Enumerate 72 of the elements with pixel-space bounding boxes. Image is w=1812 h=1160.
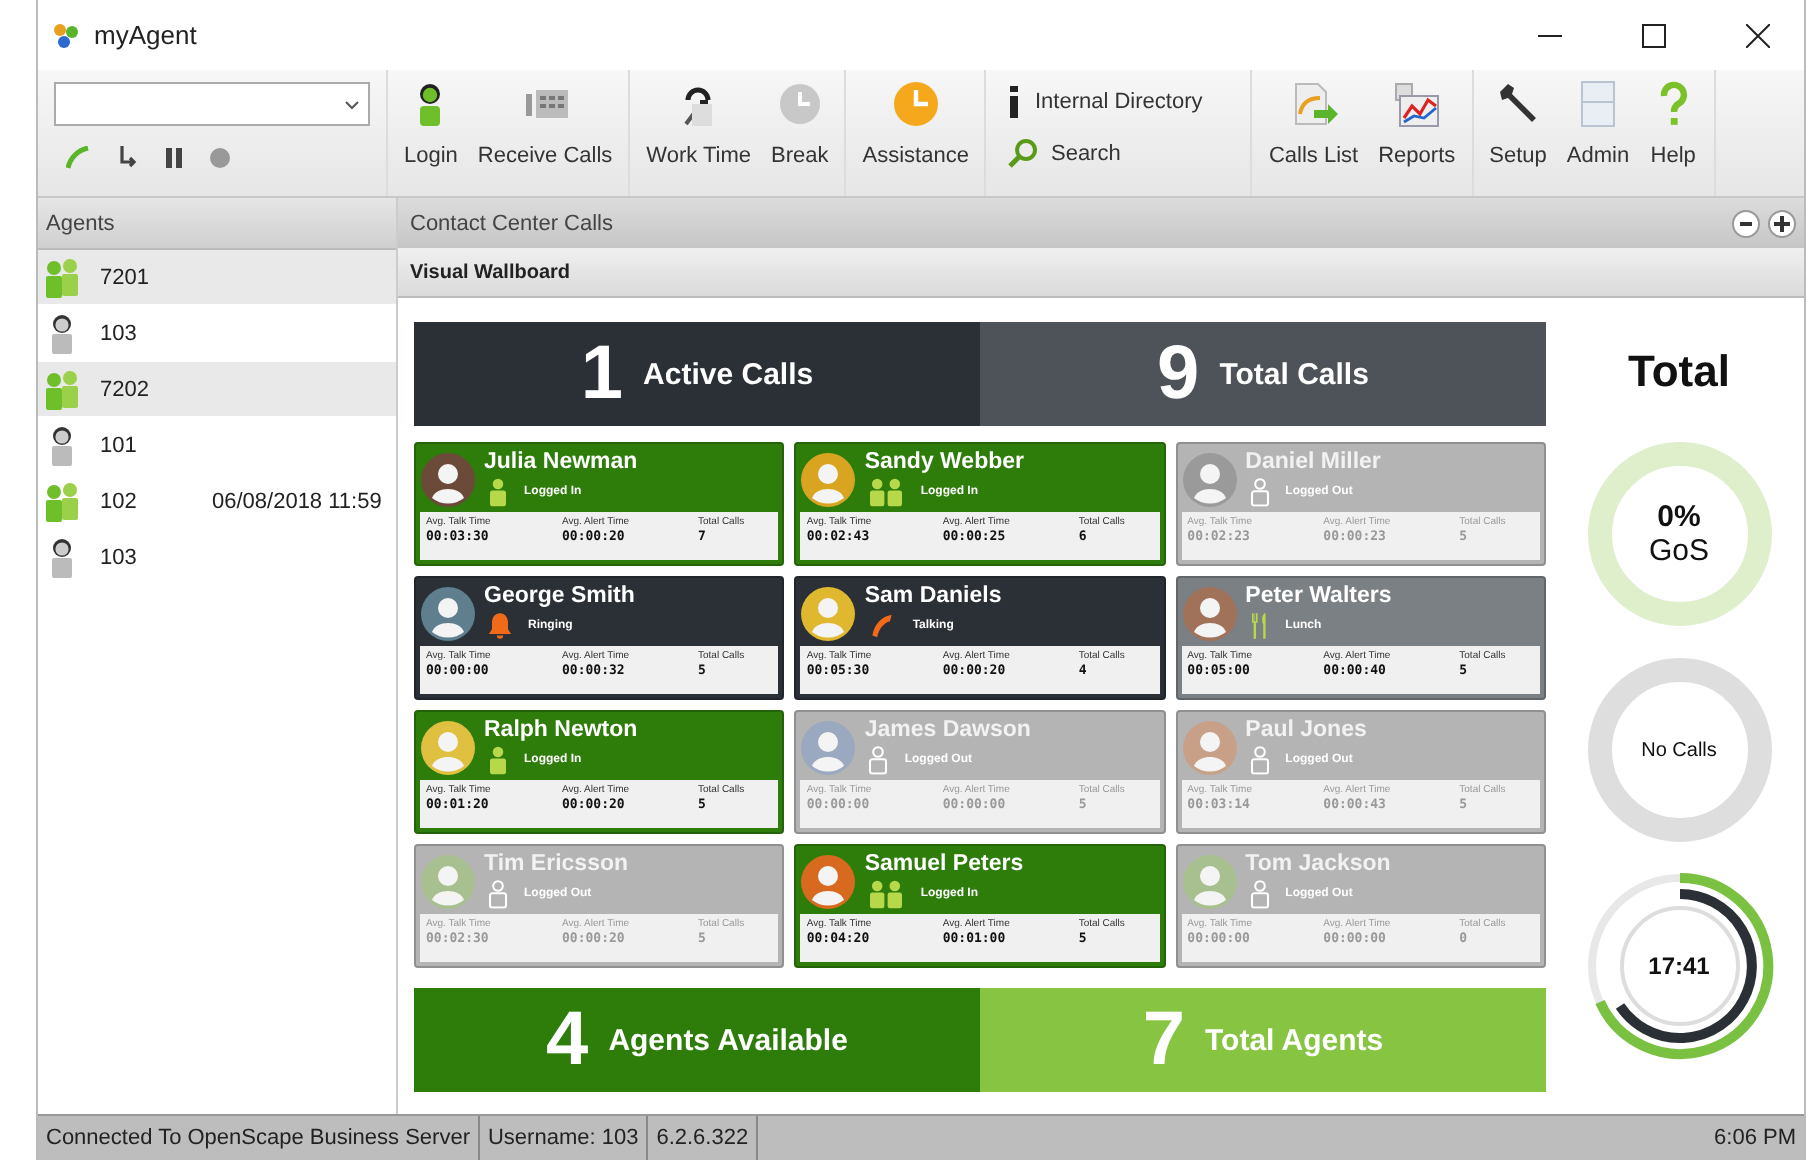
person-outline-icon	[1248, 477, 1271, 507]
agent-name: Ralph Newton	[484, 718, 638, 742]
status-text: Username: 103	[479, 1116, 649, 1160]
person-outline-icon	[1248, 745, 1271, 775]
toolbar-link[interactable]: Internal Directory	[1006, 86, 1231, 118]
person-outline-icon	[867, 745, 890, 775]
gos-value: 0%	[1657, 500, 1701, 534]
toolbar-button[interactable]: Help	[1641, 80, 1706, 168]
chart-icon	[1392, 80, 1441, 128]
person-icon	[486, 477, 510, 507]
agent-name: Tim Ericsson	[484, 852, 629, 876]
toolbar-button[interactable]: Work Time	[638, 80, 760, 168]
agent-name: Sam Daniels	[864, 584, 1002, 608]
clock-icon	[775, 80, 824, 128]
info-icon	[1006, 86, 1023, 118]
agent-name: Peter Walters	[1245, 584, 1392, 608]
cutlery-icon	[1248, 611, 1271, 641]
agent-name: George Smith	[484, 584, 635, 608]
person-icon	[486, 745, 510, 775]
toolbar-button[interactable]: Login	[396, 80, 466, 168]
stat-tile: 1 Active Calls	[414, 322, 980, 426]
stat-tile: 4 Agents Available	[414, 988, 980, 1092]
agent-name: James Dawson	[864, 718, 1031, 742]
search-icon	[1006, 138, 1039, 170]
plus-icon	[1774, 215, 1790, 231]
agent-name: Julia Newman	[484, 450, 638, 474]
status-clock: 6:06 PM	[1712, 1124, 1798, 1154]
bell-icon	[487, 611, 513, 641]
panel-subheader: Visual Wallboard	[398, 248, 1804, 298]
pause-icon[interactable]	[166, 148, 182, 168]
toolbar-button[interactable]: Admin	[1558, 80, 1638, 168]
clock-time: 17:41	[1648, 952, 1710, 980]
person-outline-icon	[486, 879, 510, 909]
summary-title: Total	[1628, 346, 1730, 398]
agent-list-item[interactable]: 7201	[38, 250, 396, 304]
close-icon	[1746, 23, 1770, 47]
toolbar-link[interactable]: Search	[1006, 138, 1231, 170]
clock-icon	[891, 80, 940, 128]
agent-name: Daniel Miller	[1245, 450, 1381, 474]
toolbar-button[interactable]: Assistance	[854, 80, 977, 168]
two-people-icon	[869, 879, 905, 909]
maximize-icon	[1642, 23, 1666, 47]
dial-combo-field[interactable]	[54, 82, 370, 126]
window-title: myAgent	[94, 20, 199, 50]
minimize-icon	[1538, 33, 1562, 37]
collapse-button[interactable]	[1732, 209, 1760, 237]
toolbar-button[interactable]: Setup	[1481, 80, 1555, 168]
agent-name: Samuel Peters	[864, 852, 1024, 876]
stat-tile: 7 Total Agents	[980, 988, 1546, 1092]
status-text: Connected To OpenScape Business Server	[38, 1116, 480, 1160]
gos-label: GoS	[1648, 534, 1709, 568]
stat-tile: 9 Total Calls	[980, 322, 1546, 426]
agent-name: Tom Jackson	[1245, 852, 1391, 876]
person-outline-icon	[1248, 879, 1271, 909]
no-calls-label: No Calls	[1641, 739, 1717, 761]
two-people-icon	[869, 477, 905, 507]
toolbar-button[interactable]: Break	[763, 80, 837, 168]
minus-icon	[1740, 221, 1752, 225]
app-logo-icon	[50, 19, 82, 51]
toolbar-button[interactable]: Calls List	[1260, 80, 1367, 168]
status-text: 6.2.6.322	[648, 1116, 759, 1160]
document-arrow-icon	[1289, 80, 1338, 128]
toolbar-button[interactable]: Receive Calls	[469, 80, 621, 168]
panel-header: Agents	[38, 198, 396, 250]
agent-list-item[interactable]: 7202	[38, 362, 396, 416]
panel-header: Contact Center Calls	[410, 211, 613, 235]
toolbar-button[interactable]: Reports	[1370, 80, 1464, 168]
agent-name: Sandy Webber	[864, 450, 1024, 474]
agent-name: Paul Jones	[1245, 718, 1367, 742]
expand-button[interactable]	[1768, 209, 1796, 237]
transfer-icon[interactable]	[118, 146, 138, 170]
caret-icon	[344, 99, 360, 109]
